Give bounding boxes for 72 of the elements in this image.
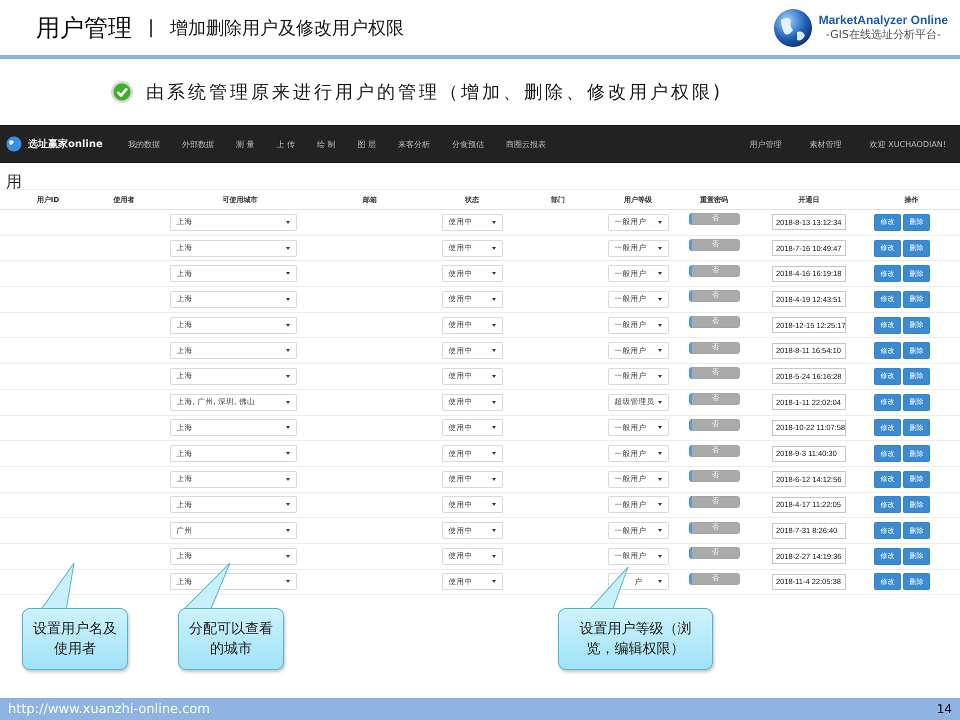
caret-icon bbox=[658, 452, 662, 456]
page-title: 用 bbox=[5, 171, 23, 189]
bullet-text: 由系统管理原来进行用户的管理（增加、删除、修改用户权限) bbox=[146, 81, 724, 104]
caret-icon bbox=[492, 272, 496, 276]
caret-icon bbox=[658, 529, 662, 532]
caret-icon bbox=[286, 272, 290, 276]
caret-icon bbox=[492, 220, 496, 224]
nav-item[interactable]: 外部数据 bbox=[182, 138, 214, 150]
caret-icon bbox=[658, 349, 662, 352]
nav-item[interactable]: 商圈云报表 bbox=[506, 138, 546, 150]
callout: 设置用户等级（浏览，编辑权限） bbox=[558, 608, 713, 670]
caret-icon bbox=[492, 529, 496, 532]
caret-icon bbox=[286, 374, 290, 378]
caret-icon bbox=[286, 324, 290, 327]
caret-icon bbox=[658, 220, 662, 224]
app-brand[interactable]: 选址赢家online bbox=[28, 137, 103, 151]
caret-icon bbox=[286, 298, 290, 301]
callout: 设置用户名及使用者 bbox=[22, 608, 128, 670]
nav-item[interactable]: 上 传 bbox=[276, 138, 295, 150]
caret-icon bbox=[658, 503, 662, 506]
caret-icon bbox=[492, 503, 496, 506]
globe-icon bbox=[6, 136, 22, 152]
callout: 分配可以查看的城市 bbox=[178, 608, 284, 670]
slide-title: 用户管理 bbox=[36, 12, 132, 44]
nav-item[interactable]: 素材管理 bbox=[810, 138, 842, 150]
caret-icon bbox=[286, 220, 290, 224]
caret-icon bbox=[286, 554, 290, 558]
caret-icon bbox=[286, 580, 290, 584]
caret-icon bbox=[658, 374, 662, 378]
globe-icon bbox=[772, 8, 813, 48]
caret-icon bbox=[492, 349, 496, 352]
nav-item[interactable]: 欢迎 XUCHAODIAN! bbox=[870, 138, 946, 150]
caret-icon bbox=[658, 580, 662, 584]
caret-icon bbox=[286, 452, 290, 456]
caret-icon bbox=[492, 374, 496, 378]
caret-icon bbox=[492, 554, 496, 558]
caret-icon bbox=[286, 529, 290, 532]
caret-icon bbox=[658, 324, 662, 327]
caret-icon bbox=[286, 426, 290, 430]
logo-subtitle: -GIS在线选址分析平台- bbox=[826, 27, 941, 42]
caret-icon bbox=[286, 349, 290, 352]
caret-icon bbox=[492, 400, 496, 404]
page-number: 14 bbox=[936, 702, 952, 716]
caret-icon bbox=[286, 400, 290, 404]
caret-icon bbox=[658, 246, 662, 250]
caret-icon bbox=[492, 324, 496, 327]
caret-icon bbox=[286, 503, 290, 506]
nav-item[interactable]: 来客分析 bbox=[398, 138, 430, 150]
nav-item[interactable]: 绘 制 bbox=[316, 138, 336, 150]
caret-icon bbox=[492, 580, 496, 584]
caret-icon bbox=[658, 426, 662, 430]
caret-icon bbox=[286, 478, 290, 481]
caret-icon bbox=[658, 478, 662, 481]
caret-icon bbox=[492, 478, 496, 481]
title-separator: | bbox=[148, 17, 154, 38]
caret-icon bbox=[492, 246, 496, 250]
caret-icon bbox=[492, 426, 496, 430]
caret-icon bbox=[658, 554, 662, 558]
nav-item[interactable]: 图 层 bbox=[357, 138, 376, 150]
caret-icon bbox=[658, 272, 662, 276]
caret-icon bbox=[658, 298, 662, 301]
caret-icon bbox=[286, 246, 290, 250]
nav-item[interactable]: 用户管理 bbox=[750, 138, 782, 150]
slide-subtitle: 增加删除用户及修改用户权限 bbox=[170, 16, 404, 40]
nav-item[interactable]: 我的数据 bbox=[128, 138, 160, 150]
nav-item[interactable]: 测 量 bbox=[236, 138, 254, 150]
caret-icon bbox=[658, 400, 662, 404]
caret-icon bbox=[492, 452, 496, 456]
logo-title: MarketAnalyzer Online bbox=[818, 13, 948, 27]
check-icon bbox=[110, 80, 134, 104]
caret-icon bbox=[492, 298, 496, 301]
nav-item[interactable]: 分食预估 bbox=[452, 138, 484, 150]
